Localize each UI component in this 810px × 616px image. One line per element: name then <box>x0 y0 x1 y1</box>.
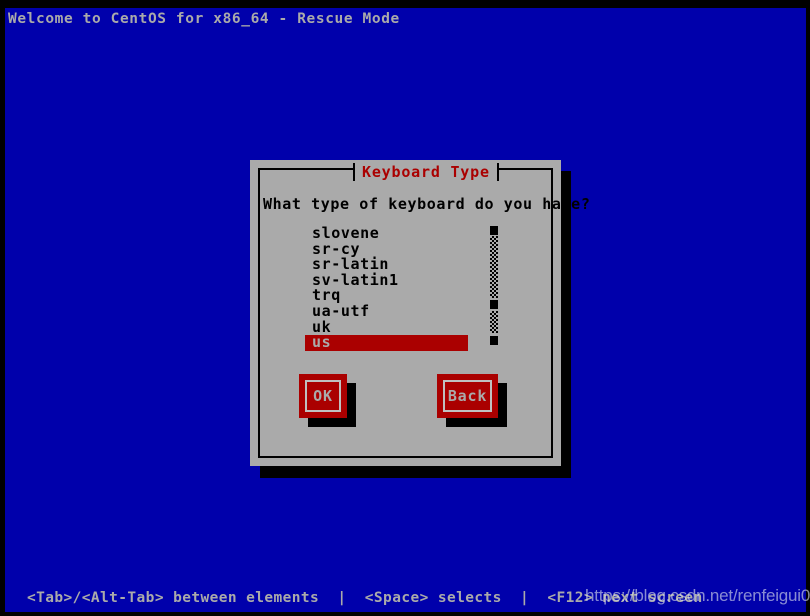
page-title: Welcome to CentOS for x86_64 - Rescue Mo… <box>8 11 400 27</box>
footer-help-bar: <Tab>/<Alt-Tab> between elements | <Spac… <box>5 586 806 612</box>
rescue-mode-desktop: Welcome to CentOS for x86_64 - Rescue Mo… <box>5 8 806 612</box>
back-button-wrap: Back <box>437 374 507 427</box>
dialog-title-wrap: Keyboard Type <box>353 163 499 181</box>
scrollbar-thumb[interactable] <box>490 300 498 309</box>
back-button-label: Back <box>447 387 488 405</box>
title-tick-right <box>496 163 499 181</box>
terminal-screen: Welcome to CentOS for x86_64 - Rescue Mo… <box>0 0 810 616</box>
scrollbar-track-lower[interactable] <box>490 311 498 333</box>
list-item[interactable]: ua-utf <box>305 303 480 320</box>
scrollbar-top-arrow[interactable] <box>490 226 498 235</box>
list-item[interactable]: us <box>305 335 468 351</box>
keyboard-list[interactable]: slovene sr-cy sr-latin sv-latin1 trq ua-utf uk… <box>305 225 480 352</box>
dialog-title: Keyboard Type <box>362 163 490 181</box>
scrollbar-bottom-arrow[interactable] <box>490 336 498 345</box>
header-bar: Welcome to CentOS for x86_64 - Rescue Mo… <box>5 8 806 32</box>
scrollbar-track-upper[interactable] <box>490 236 498 298</box>
list-item[interactable]: uk <box>305 319 480 336</box>
back-button[interactable]: Back <box>437 374 498 418</box>
keyboard-type-dialog: Keyboard Type What type of keyboard do y… <box>250 160 590 466</box>
ok-button[interactable]: OK <box>299 374 347 418</box>
title-tick-left <box>353 163 355 181</box>
footer-help-text: <Tab>/<Alt-Tab> between elements | <Spac… <box>27 590 703 606</box>
dialog-titlebar: Keyboard Type <box>258 162 553 181</box>
ok-button-label: OK <box>313 387 333 405</box>
dialog-question-text: What type of keyboard do you have? <box>263 195 591 213</box>
ok-button-wrap: OK <box>299 374 356 427</box>
vertical-scrollbar[interactable] <box>490 226 498 352</box>
